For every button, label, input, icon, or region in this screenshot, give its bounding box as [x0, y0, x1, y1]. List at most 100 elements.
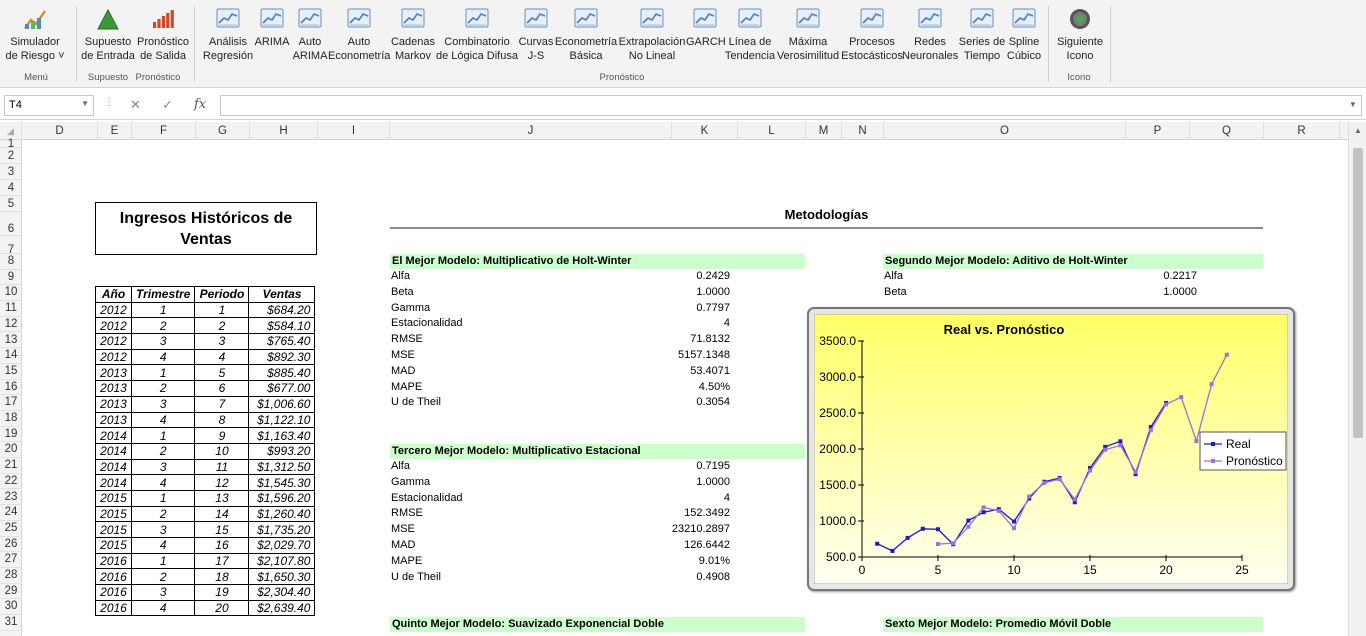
table-cell[interactable]: $1,596.20	[248, 489, 316, 507]
row-header[interactable]: 22	[0, 474, 22, 490]
column-header[interactable]: M	[806, 122, 842, 140]
column-header[interactable]: I	[318, 122, 390, 140]
method-param-value[interactable]: 4	[724, 316, 730, 332]
ribbon-button-redes[interactable]: Redes Neuronales	[902, 6, 958, 70]
table-cell[interactable]: 2016	[95, 584, 132, 601]
table-cell[interactable]: 1	[130, 427, 196, 444]
row-header[interactable]: 12	[0, 317, 22, 333]
table-cell[interactable]: 1	[130, 552, 196, 570]
row-header[interactable]: 15	[0, 364, 22, 380]
table-cell[interactable]: $2,304.40	[248, 584, 316, 601]
method-param-value[interactable]: 9.01%	[699, 554, 730, 570]
table-cell[interactable]: 2012	[95, 333, 132, 350]
table-cell[interactable]: $2,639.40	[248, 599, 316, 617]
table-cell[interactable]: 2015	[95, 537, 132, 554]
table-cell[interactable]: $1,163.40	[248, 427, 316, 444]
row-header[interactable]: 17	[0, 395, 22, 411]
row-header[interactable]: 18	[0, 411, 22, 427]
column-header[interactable]: J	[390, 122, 672, 140]
table-cell[interactable]: 2	[130, 442, 196, 460]
ribbon-button-js[interactable]: Curvas J-S	[518, 6, 554, 70]
table-cell[interactable]: 6	[194, 380, 250, 397]
table-cell[interactable]: $1,735.20	[248, 521, 316, 538]
table-cell[interactable]: 2016	[95, 568, 132, 586]
row-header[interactable]: 8	[0, 254, 22, 270]
table-cell[interactable]: 4	[130, 599, 196, 617]
insert-function-icon[interactable]: fx	[194, 97, 206, 112]
table-cell[interactable]: 15	[194, 521, 250, 538]
row-header[interactable]: 24	[0, 505, 22, 521]
table-cell[interactable]: 2014	[95, 427, 132, 444]
table-cell[interactable]: 1	[194, 301, 250, 319]
table-cell[interactable]: 2	[194, 317, 250, 335]
row-header[interactable]: 30	[0, 599, 22, 616]
column-header[interactable]: K	[672, 122, 738, 140]
chevron-down-icon[interactable]: ▼	[81, 99, 89, 108]
expand-formula-icon[interactable]: ▼	[1349, 100, 1357, 109]
table-cell[interactable]: 8	[194, 411, 250, 429]
table-cell[interactable]: 2012	[95, 301, 132, 319]
table-cell[interactable]: 2	[130, 380, 196, 397]
table-cell[interactable]: 2015	[95, 489, 132, 507]
table-cell[interactable]: 2014	[95, 474, 132, 491]
method-param-value[interactable]: 0.2429	[696, 269, 730, 285]
row-header[interactable]: 23	[0, 490, 22, 506]
ribbon-button-markov[interactable]: Cadenas Markov	[390, 6, 436, 70]
ribbon-button-econ-basica[interactable]: Econometría Básica	[554, 6, 618, 70]
worksheet-grid[interactable]: Ingresos Históricos de Ventas Año Trimest…	[22, 140, 1348, 636]
row-header[interactable]: 19	[0, 427, 22, 443]
table-cell[interactable]: 11	[194, 458, 250, 476]
ribbon-button-pronostico-salida[interactable]: Pronóstico de Salida	[136, 6, 190, 70]
scrollbar-thumb[interactable]	[1353, 148, 1363, 438]
ribbon-button-garch[interactable]: GARCH	[686, 6, 726, 70]
method-param-value[interactable]: 53.4071	[690, 364, 730, 380]
row-header[interactable]: 11	[0, 301, 22, 317]
ribbon-button-auto-econ[interactable]: Auto Econometría	[328, 6, 390, 70]
ribbon-button-arima[interactable]: ARIMA	[254, 6, 290, 70]
ribbon-button-siguiente[interactable]: Siguiente Icono	[1054, 6, 1106, 70]
table-cell[interactable]: 2015	[95, 505, 132, 523]
table-cell[interactable]: 2013	[95, 380, 132, 397]
method-param-value[interactable]: 1.0000	[1163, 285, 1197, 301]
table-cell[interactable]: 2013	[95, 364, 132, 382]
method-param-value[interactable]: 4	[724, 491, 730, 507]
ribbon-button-spline[interactable]: Spline Cúbico	[1006, 6, 1042, 70]
table-cell[interactable]: 10	[194, 442, 250, 460]
table-cell[interactable]: 19	[194, 584, 250, 601]
method-param-value[interactable]: 4.50%	[699, 380, 730, 396]
row-header[interactable]: 10	[0, 285, 22, 302]
method-param-value[interactable]: 0.7797	[696, 301, 730, 317]
table-cell[interactable]: 2016	[95, 552, 132, 570]
table-cell[interactable]: 20	[194, 599, 250, 617]
table-cell[interactable]: 2013	[95, 411, 132, 429]
method-param-value[interactable]: 0.4908	[696, 570, 730, 586]
table-cell[interactable]: $1,122.10	[248, 411, 316, 429]
ribbon-button-supuesto[interactable]: Supuesto de Entrada	[80, 6, 136, 70]
row-header[interactable]: 28	[0, 568, 22, 584]
table-cell[interactable]: 2014	[95, 442, 132, 460]
table-cell[interactable]: 2016	[95, 599, 132, 617]
method-param-value[interactable]: 23210.2897	[672, 522, 730, 538]
column-header[interactable]: P	[1126, 122, 1190, 140]
forecast-chart[interactable]: Real vs. Pronóstico 500.0 1000.0 1500.0 2000…	[807, 307, 1295, 591]
method-param-value[interactable]: 1.0000	[696, 475, 730, 491]
name-box[interactable]: T4 ▼	[4, 95, 94, 116]
table-cell[interactable]: 2014	[95, 458, 132, 476]
table-cell[interactable]: 3	[130, 458, 196, 476]
method-param-value[interactable]: 0.3054	[696, 395, 730, 411]
table-cell[interactable]: 1	[130, 364, 196, 382]
enter-icon[interactable]: ✓	[162, 97, 173, 113]
table-cell[interactable]: $2,029.70	[248, 537, 316, 554]
table-cell[interactable]: $1,006.60	[248, 395, 316, 413]
column-header[interactable]: Q	[1190, 122, 1264, 140]
table-cell[interactable]: 4	[130, 411, 196, 429]
table-cell[interactable]: 4	[194, 348, 250, 366]
row-header[interactable]: 7	[0, 236, 22, 256]
table-cell[interactable]: $993.20	[248, 442, 316, 460]
table-cell[interactable]: 3	[130, 395, 196, 413]
table-cell[interactable]: $1,312.50	[248, 458, 316, 476]
row-header[interactable]: 26	[0, 537, 22, 553]
ribbon-button-series[interactable]: Series de Tiempo	[958, 6, 1006, 70]
row-header[interactable]: 2	[0, 148, 22, 164]
row-header[interactable]: 9	[0, 270, 22, 286]
